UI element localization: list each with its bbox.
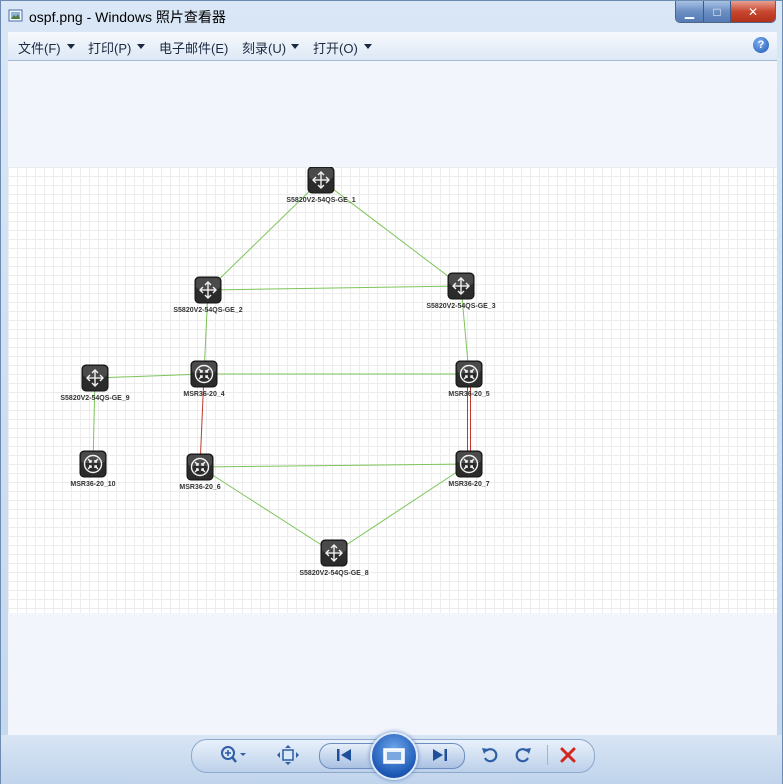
control-bar [1,732,782,784]
node-label: MSR36-20_6 [179,484,220,491]
router-node [455,450,483,478]
router-node [190,360,218,388]
actual-size-button[interactable] [275,744,301,766]
maximize-button[interactable]: □ [703,1,730,22]
switch-node [447,272,475,300]
menu-email[interactable]: 电子邮件(E) [159,38,228,57]
switch-node [320,539,348,567]
title-bar[interactable]: ospf.png - Windows 照片查看器 ▁ □ ✕ [1,1,782,31]
menu-bar: 文件(F) 打印(P) 电子邮件(E) 刻录(U) 打开(O) ? [8,32,777,61]
close-button[interactable]: ✕ [730,1,775,22]
slideshow-button[interactable] [370,732,418,780]
rotate-right-button[interactable] [511,744,535,766]
rotate-left-button[interactable] [478,744,502,766]
maximize-icon: □ [713,4,721,19]
control-separator [547,745,548,765]
chevron-down-icon[interactable] [291,44,299,49]
node-label: S5820V2-54QS-GE_3 [426,303,495,310]
rotate-left-icon [482,748,498,763]
minimize-button[interactable]: ▁ [676,1,703,22]
switch-node [194,276,222,304]
window-controls: ▁ □ ✕ [675,1,776,23]
node-label: MSR36-20_4 [183,391,224,398]
chevron-down-icon[interactable] [364,44,372,49]
router-node [455,360,483,388]
topology-link-n4-n6 [199,373,205,468]
node-label: MSR36-20_7 [448,481,489,488]
router-node [186,453,214,481]
close-icon: ✕ [747,4,759,19]
minimize-icon: ▁ [684,4,695,19]
topology-link-n2-n3 [207,285,462,291]
chevron-down-icon[interactable] [67,44,75,49]
switch-node [307,167,335,194]
topology-link-n6-n8 [199,466,335,554]
node-label: S5820V2-54QS-GE_8 [299,570,368,577]
topology-link-n1-n3 [320,179,462,287]
switch-node [81,364,109,392]
image-viewport[interactable]: S5820V2-54QS-GE_1 S5820V2-54QS-GE_2 S5820V… [8,61,777,735]
node-label: S5820V2-54QS-GE_2 [173,307,242,314]
node-label: MSR36-20_5 [448,391,489,398]
topology-link-n6-n7 [199,463,470,468]
menu-file[interactable]: 文件(F) [18,38,61,57]
photo-viewer-app-icon [8,9,23,22]
photo-viewer-window: ospf.png - Windows 照片查看器 ▁ □ ✕ 文件(F) 打印(… [0,0,783,784]
actual-size-icon [277,745,299,765]
node-label: S5820V2-54QS-GE_9 [60,395,129,402]
router-node [79,450,107,478]
chevron-down-icon[interactable] [137,44,145,49]
delete-button[interactable] [557,744,579,766]
slideshow-icon [383,748,405,764]
topology-link-n7-n8 [333,463,470,554]
menu-open[interactable]: 打开(O) [313,38,358,57]
zoom-button[interactable] [217,744,249,766]
previous-icon [337,749,351,761]
zoom-icon [221,746,246,763]
topology-link-n9-n4 [94,373,205,379]
menu-burn[interactable]: 刻录(U) [242,38,286,57]
window-title: ospf.png - Windows 照片查看器 [29,9,226,25]
next-button[interactable] [427,745,453,765]
menu-print[interactable]: 打印(P) [88,38,131,57]
node-label: S5820V2-54QS-GE_1 [286,197,355,204]
displayed-image: S5820V2-54QS-GE_1 S5820V2-54QS-GE_2 S5820V… [8,167,777,613]
rotate-right-icon [515,748,531,763]
delete-icon [560,747,576,763]
previous-button[interactable] [331,745,357,765]
next-icon [433,749,447,761]
network-topology-diagram: S5820V2-54QS-GE_1 S5820V2-54QS-GE_2 S5820V… [60,167,496,577]
node-label: MSR36-20_10 [70,481,115,488]
help-icon[interactable]: ? [753,37,769,53]
